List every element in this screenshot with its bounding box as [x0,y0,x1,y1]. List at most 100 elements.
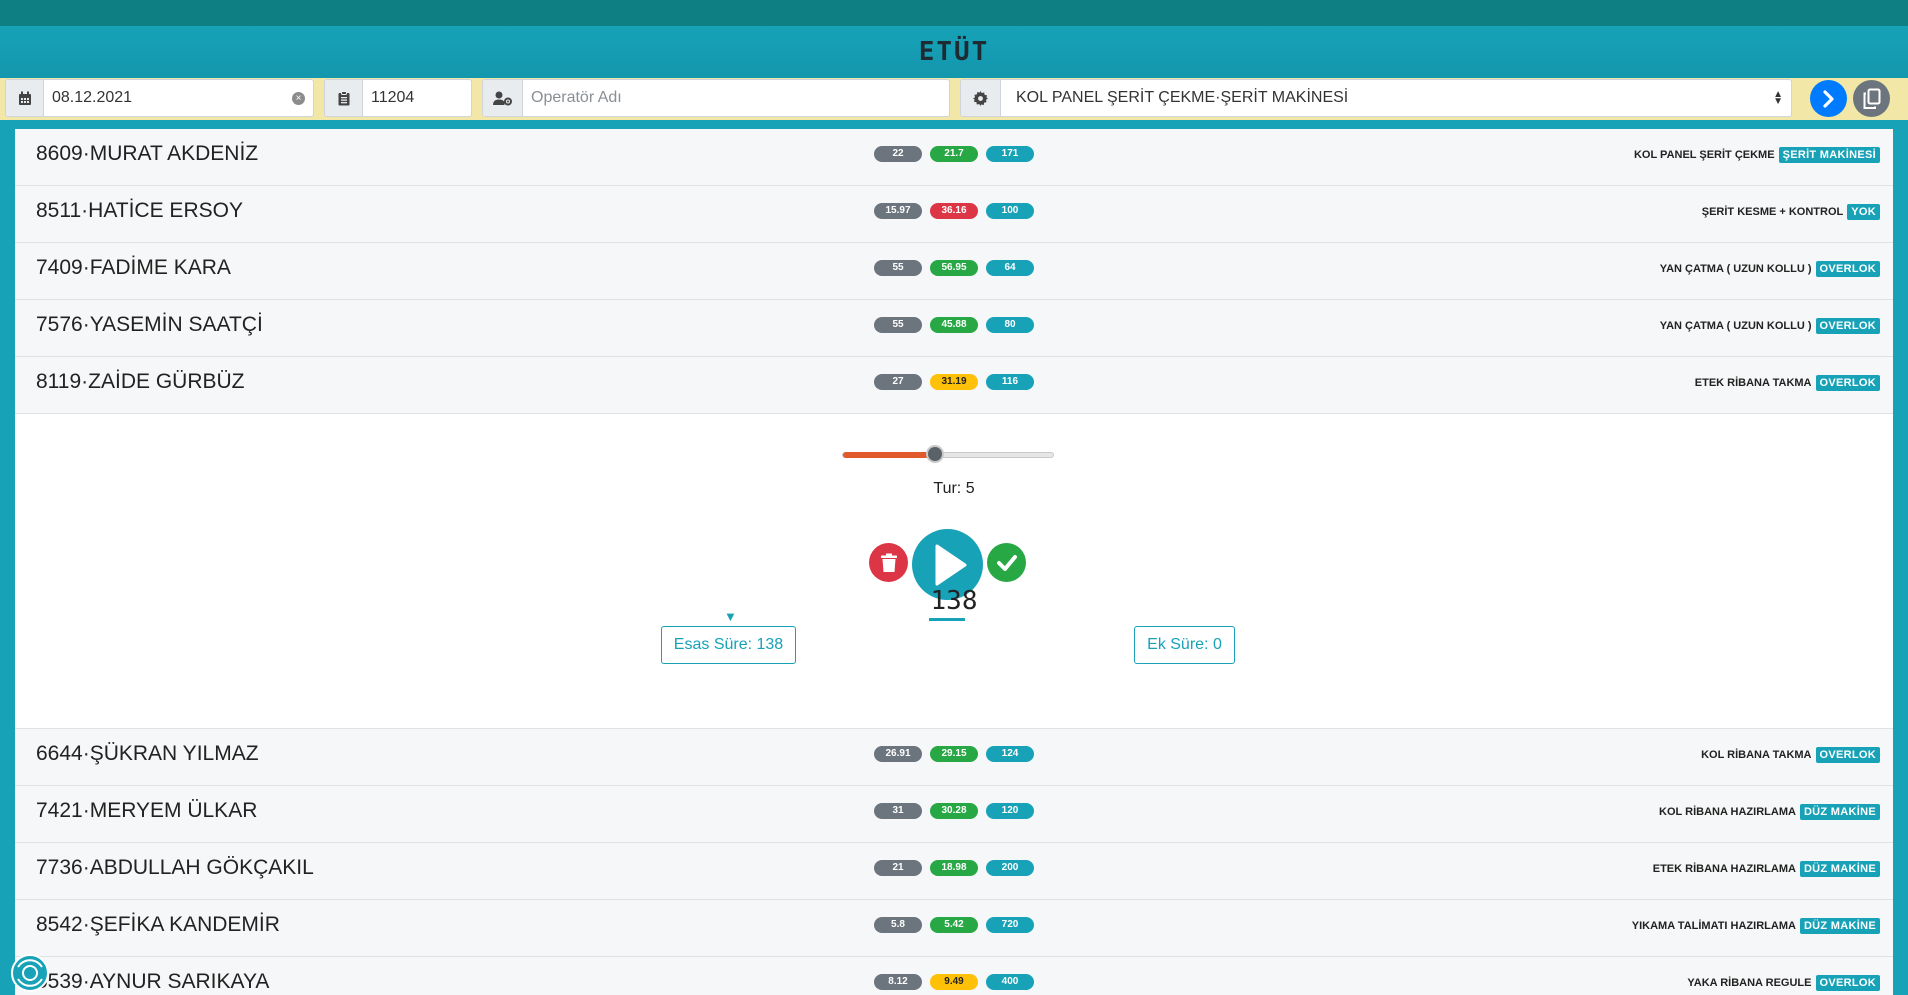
task-name: YAKA RİBANA REGULE [1687,977,1812,989]
value-badge-1: 27 [874,374,922,390]
machine-badge: ŞERİT MAKİNESİ [1778,147,1880,163]
value-badge-1: 26.91 [874,746,922,762]
date-group: 08.12.2021 × [5,79,314,117]
task-info: YAKA RİBANA REGULE OVERLOK [1687,975,1880,991]
value-badge-3: 400 [986,974,1034,990]
calendar-icon [6,80,44,116]
value-badge-3: 64 [986,260,1034,276]
list-item[interactable]: 7576·YASEMİN SAATÇİ 55 45.88 80 YAN ÇATM… [15,300,1893,357]
active-marker-icon: ▼ [724,609,737,624]
value-badge-2: 36.16 [930,203,978,219]
task-info: ETEK RİBANA TAKMA OVERLOK [1695,375,1880,391]
task-name: ETEK RİBANA HAZIRLAMA [1652,863,1796,875]
list-item[interactable]: 7421·MERYEM ÜLKAR 31 30.28 120 KOL RİBAN… [15,786,1893,843]
operator-name: 6644·ŞÜKRAN YILMAZ [36,742,259,765]
list-item[interactable]: 8119·ZAİDE GÜRBÜZ 27 31.19 116 ETEK RİBA… [15,357,1893,414]
value-badge-3: 80 [986,317,1034,333]
task-info: YIKAMA TALİMATI HAZIRLAMA DÜZ MAKİNE [1632,918,1880,934]
machine-badge: OVERLOK [1815,975,1880,991]
value-badge-3: 720 [986,917,1034,933]
date-value: 08.12.2021 [52,89,133,106]
machine-badge: OVERLOK [1815,375,1880,391]
order-group: 11204 [324,79,472,117]
operation-value: KOL PANEL ŞERİT ÇEKME·ŞERİT MAKİNESİ [1016,89,1349,106]
machine-badge: DÜZ MAKİNE [1799,861,1880,877]
chevron-right-icon [1822,89,1834,108]
esas-sure-button[interactable]: Esas Süre: 138 [661,626,796,664]
operator-input[interactable] [531,89,941,107]
value-badge-3: 124 [986,746,1034,762]
list-item[interactable]: 7409·FADİME KARA 55 56.95 64 YAN ÇATMA (… [15,243,1893,300]
value-badge-3: 200 [986,860,1034,876]
operator-name: 7736·ABDULLAH GÖKÇAKIL [36,856,314,879]
task-info: ETEK RİBANA HAZIRLAMA DÜZ MAKİNE [1653,861,1880,877]
user-cog-icon [483,80,523,116]
order-field[interactable]: 11204 [363,80,471,116]
confirm-button[interactable] [987,543,1026,582]
task-name: ETEK RİBANA TAKMA [1694,377,1812,389]
top-strip [0,0,1908,26]
list-item[interactable]: 8542·ŞEFİKA KANDEMİR 5.8 5.42 720 YIKAMA… [15,900,1893,957]
value-badge-2: 18.98 [930,860,978,876]
machine-badge: OVERLOK [1815,747,1880,763]
list-item[interactable]: 5539·AYNUR SARIKAYA 8.12 9.49 400 YAKA R… [15,957,1893,995]
value-badge-2: 56.95 [930,260,978,276]
value-badge-1: 22 [874,146,922,162]
operator-name: 5539·AYNUR SARIKAYA [36,970,270,993]
page-title: ETÜT [918,37,990,67]
copy-icon [1863,88,1880,109]
gear-icon [961,80,1001,116]
operator-name: 7409·FADİME KARA [36,256,231,279]
date-field[interactable]: 08.12.2021 × [44,80,313,116]
trash-icon [880,553,897,572]
check-icon [996,554,1017,571]
value-badge-3: 116 [986,374,1034,390]
operator-name: 8119·ZAİDE GÜRBÜZ [36,370,245,393]
value-badge-1: 55 [874,317,922,333]
machine-badge: OVERLOK [1815,261,1880,277]
task-name: YIKAMA TALİMATI HAZIRLAMA [1631,920,1796,932]
value-badge-2: 45.88 [930,317,978,333]
copy-button[interactable] [1853,80,1890,117]
play-icon [935,544,966,585]
task-name: KOL RİBANA TAKMA [1701,749,1812,761]
list-item[interactable]: 7736·ABDULLAH GÖKÇAKIL 21 18.98 200 ETEK… [15,843,1893,900]
next-button[interactable] [1810,80,1847,117]
task-name: KOL RİBANA HAZIRLAMA [1659,806,1796,818]
measurement-panel: Tur: 5 138 ▼ Esas Süre: 138 Ek Süre: 0 [15,415,1893,729]
ek-sure-button[interactable]: Ek Süre: 0 [1134,626,1235,664]
tur-label: Tur: 5 [933,480,975,497]
value-badge-2: 9.49 [930,974,978,990]
clipboard-icon [325,80,363,116]
value-badge-1: 8.12 [874,974,922,990]
task-info: KOL RİBANA TAKMA OVERLOK [1701,747,1880,763]
list-item[interactable]: 8609·MURAT AKDENİZ 22 21.7 171 KOL PANEL… [15,129,1893,186]
operator-name: 7576·YASEMİN SAATÇİ [36,313,263,336]
machine-badge: DÜZ MAKİNE [1799,918,1880,934]
tur-slider[interactable] [842,445,1054,463]
value-badge-3: 100 [986,203,1034,219]
slider-thumb[interactable] [926,445,945,463]
value-badge-1: 55 [874,260,922,276]
operator-field[interactable] [523,80,949,116]
list-item[interactable]: 8511·HATİCE ERSOY 15.97 36.16 100 ŞERİT … [15,186,1893,243]
operation-select[interactable]: KOL PANEL ŞERİT ÇEKME·ŞERİT MAKİNESİ ▲ ▼ [1001,80,1791,116]
delete-button[interactable] [869,543,908,582]
operator-list: 8609·MURAT AKDENİZ 22 21.7 171 KOL PANEL… [15,129,1893,995]
accessibility-widget-icon[interactable] [10,953,50,993]
operator-name: 8542·ŞEFİKA KANDEMİR [36,913,280,936]
task-info: ŞERİT KESME + KONTROL YOK [1702,204,1880,220]
app-header: ETÜT [0,26,1908,78]
operator-group [482,79,950,117]
timer-underline [929,618,965,621]
task-info: YAN ÇATMA ( UZUN KOLLU ) OVERLOK [1660,318,1880,334]
operator-name: 8609·MURAT AKDENİZ [36,142,259,165]
task-name: KOL PANEL ŞERİT ÇEKME [1633,149,1775,161]
task-info: YAN ÇATMA ( UZUN KOLLU ) OVERLOK [1660,261,1880,277]
operator-name: 8511·HATİCE ERSOY [36,199,243,222]
value-badge-2: 21.7 [930,146,978,162]
value-badge-1: 5.8 [874,917,922,933]
value-badge-1: 21 [874,860,922,876]
clear-date-icon[interactable]: × [292,91,305,105]
list-item[interactable]: 6644·ŞÜKRAN YILMAZ 26.91 29.15 124 KOL R… [15,729,1893,786]
